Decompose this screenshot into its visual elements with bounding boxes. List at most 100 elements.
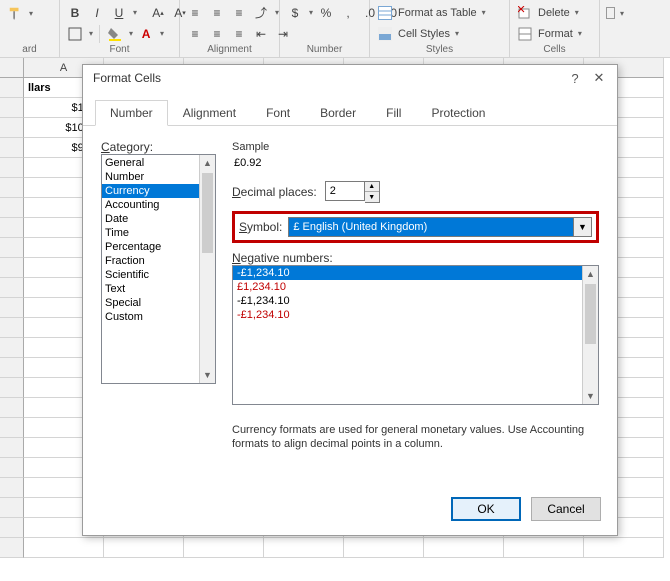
ok-button[interactable]: OK: [451, 497, 521, 521]
tab-border[interactable]: Border: [305, 100, 371, 126]
comma-button[interactable]: ,: [339, 4, 357, 22]
chevron-down-icon[interactable]: ▾: [620, 9, 624, 18]
cell-styles-button[interactable]: Cell Styles: [398, 28, 450, 40]
cell[interactable]: [264, 538, 344, 558]
row-header[interactable]: [0, 478, 24, 498]
increase-font-icon[interactable]: A▴: [149, 4, 167, 22]
scroll-down-icon[interactable]: ▼: [200, 367, 215, 383]
row-header[interactable]: [0, 138, 24, 158]
row-header[interactable]: [0, 318, 24, 338]
scroll-thumb[interactable]: [202, 173, 213, 253]
orientation-icon[interactable]: ⤴: [252, 4, 270, 22]
scroll-up-icon[interactable]: ▲: [583, 266, 598, 282]
row-header[interactable]: [0, 278, 24, 298]
row-header[interactable]: [0, 398, 24, 418]
italic-button[interactable]: I: [88, 4, 106, 22]
row-header[interactable]: [0, 378, 24, 398]
cancel-button[interactable]: Cancel: [531, 497, 601, 521]
tab-fill[interactable]: Fill: [371, 100, 416, 126]
row-header[interactable]: [0, 538, 24, 558]
scrollbar[interactable]: ▲ ▼: [582, 266, 598, 404]
accounting-format-button[interactable]: $: [286, 4, 304, 22]
align-bottom-icon[interactable]: ≡: [230, 4, 248, 22]
row-header[interactable]: [0, 158, 24, 178]
row-header[interactable]: [0, 198, 24, 218]
select-all-corner[interactable]: [0, 58, 24, 78]
negative-option[interactable]: -£1,234.10: [233, 308, 598, 322]
font-color-button[interactable]: A: [137, 25, 155, 43]
cell-styles-icon[interactable]: [376, 25, 394, 43]
row-header[interactable]: [0, 418, 24, 438]
dialog-titlebar[interactable]: Format Cells ? ✕: [83, 65, 617, 91]
row-header[interactable]: [0, 78, 24, 98]
close-icon[interactable]: ✕: [587, 68, 611, 88]
delete-icon[interactable]: [516, 4, 534, 22]
cell[interactable]: [104, 538, 184, 558]
scroll-down-icon[interactable]: ▼: [583, 388, 598, 404]
cell[interactable]: [584, 538, 664, 558]
chevron-down-icon[interactable]: ▾: [482, 8, 486, 17]
align-top-icon[interactable]: ≡: [186, 4, 204, 22]
row-header[interactable]: [0, 438, 24, 458]
row-header[interactable]: [0, 98, 24, 118]
chevron-down-icon[interactable]: ▾: [575, 8, 579, 17]
tab-alignment[interactable]: Alignment: [168, 100, 251, 126]
row-header[interactable]: [0, 358, 24, 378]
borders-button[interactable]: [66, 25, 84, 43]
category-listbox[interactable]: GeneralNumberCurrencyAccountingDateTimeP…: [101, 154, 216, 384]
row-header[interactable]: [0, 218, 24, 238]
chevron-down-icon[interactable]: ▾: [29, 9, 33, 18]
cell[interactable]: [184, 538, 264, 558]
negative-option[interactable]: £1,234.10: [233, 280, 598, 294]
scrollbar[interactable]: ▲ ▼: [199, 155, 215, 383]
cell[interactable]: [344, 538, 424, 558]
format-button[interactable]: Format: [538, 28, 573, 40]
negative-option[interactable]: -£1,234.10: [233, 294, 598, 308]
decrease-indent-icon[interactable]: ⇤: [252, 25, 270, 43]
help-button[interactable]: ?: [563, 68, 587, 88]
table-icon[interactable]: [376, 4, 394, 22]
paint-format-icon[interactable]: [6, 4, 24, 22]
align-right-icon[interactable]: ≡: [230, 25, 248, 43]
spin-up-icon[interactable]: ▲: [365, 182, 379, 192]
chevron-down-icon[interactable]: ▾: [89, 29, 93, 38]
tab-number[interactable]: Number: [95, 100, 168, 126]
chevron-down-icon[interactable]: ▾: [275, 8, 279, 17]
row-header[interactable]: [0, 178, 24, 198]
fill-color-button[interactable]: [106, 25, 124, 43]
row-header[interactable]: [0, 118, 24, 138]
bold-button[interactable]: B: [66, 4, 84, 22]
cell[interactable]: [24, 538, 104, 558]
tab-protection[interactable]: Protection: [416, 100, 500, 126]
align-center-icon[interactable]: ≡: [208, 25, 226, 43]
chevron-down-icon[interactable]: ▾: [160, 29, 164, 38]
decimal-places-spinner[interactable]: ▲ ▼: [325, 181, 380, 203]
chevron-down-icon[interactable]: ▼: [574, 217, 592, 237]
decimal-places-input[interactable]: [325, 181, 365, 201]
row-header[interactable]: [0, 298, 24, 318]
chevron-down-icon[interactable]: ▾: [133, 8, 137, 17]
row-header[interactable]: [0, 498, 24, 518]
symbol-combobox[interactable]: £ English (United Kingdom) ▼: [288, 217, 592, 237]
cell[interactable]: [424, 538, 504, 558]
align-middle-icon[interactable]: ≡: [208, 4, 226, 22]
cell[interactable]: [504, 538, 584, 558]
percent-button[interactable]: %: [317, 4, 335, 22]
tab-font[interactable]: Font: [251, 100, 305, 126]
negative-numbers-listbox[interactable]: -£1,234.10£1,234.10-£1,234.10-£1,234.10 …: [232, 265, 599, 405]
row-header[interactable]: [0, 518, 24, 538]
checkbox-icon[interactable]: [606, 7, 615, 19]
delete-button[interactable]: Delete: [538, 7, 570, 19]
align-left-icon[interactable]: ≡: [186, 25, 204, 43]
chevron-down-icon[interactable]: ▾: [578, 29, 582, 38]
spin-down-icon[interactable]: ▼: [365, 192, 379, 202]
format-as-table-button[interactable]: Format as Table: [398, 7, 477, 19]
row-header[interactable]: [0, 258, 24, 278]
chevron-down-icon[interactable]: ▾: [309, 8, 313, 17]
format-icon[interactable]: [516, 25, 534, 43]
chevron-down-icon[interactable]: ▾: [129, 29, 133, 38]
scroll-thumb[interactable]: [585, 284, 596, 344]
negative-option[interactable]: -£1,234.10: [233, 266, 598, 280]
row-header[interactable]: [0, 458, 24, 478]
scroll-up-icon[interactable]: ▲: [200, 155, 215, 171]
